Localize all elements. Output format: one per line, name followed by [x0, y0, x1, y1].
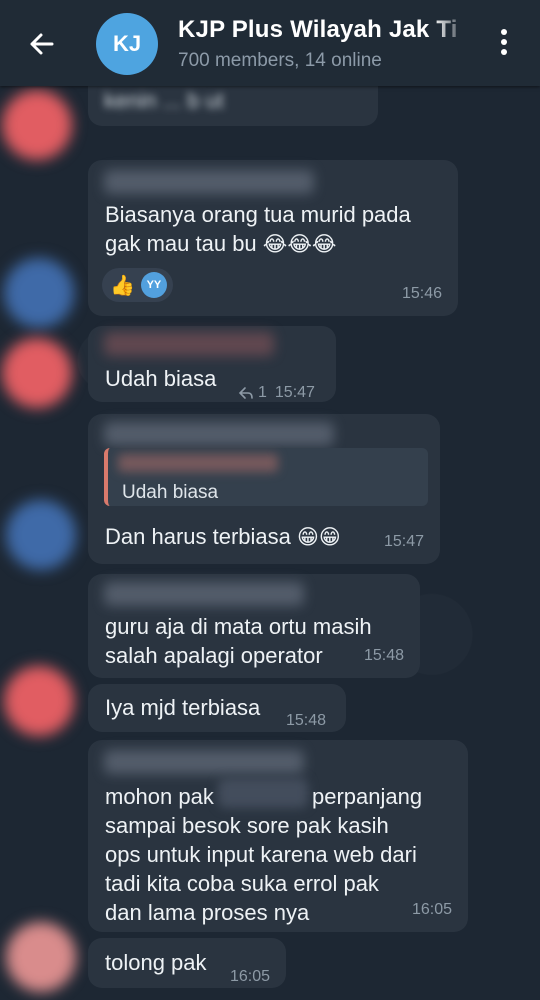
- avatar[interactable]: [2, 338, 72, 408]
- back-button[interactable]: [22, 24, 62, 64]
- more-menu-button[interactable]: [488, 26, 520, 62]
- message-bubble[interactable]: Biasanya orang tua murid pada gak mau ta…: [88, 160, 458, 316]
- reply-count[interactable]: 1 15:47: [238, 378, 315, 407]
- message-bubble[interactable]: guru aja di mata ortu masih salah apalag…: [88, 574, 420, 678]
- message-text: tadi kita coba suka errol pak: [105, 871, 379, 896]
- message-text: kenin ... b ut: [104, 88, 224, 113]
- message-time: 15:47: [274, 384, 315, 401]
- group-avatar[interactable]: KJ: [96, 13, 158, 75]
- message-time: 15:48: [363, 647, 404, 664]
- message-bubble[interactable]: mohon pak perpanjang sampai besok sore p…: [88, 740, 468, 932]
- emoji: 😁😁: [297, 525, 341, 549]
- avatar[interactable]: [6, 500, 76, 570]
- quoted-author: [118, 454, 278, 472]
- message-time: 16:05: [411, 901, 452, 918]
- sender-name: [104, 332, 274, 356]
- message-text: Iya mjd terbiasa: [105, 695, 261, 720]
- message-text: tolong pak: [105, 950, 207, 975]
- avatar[interactable]: [2, 90, 72, 160]
- quoted-message[interactable]: Udah biasa: [104, 448, 428, 506]
- message-text: guru aja di mata ortu masih: [105, 614, 372, 639]
- message-text: Biasanya orang tua murid pada: [105, 202, 411, 227]
- sender-name: [104, 750, 304, 774]
- message-bubble[interactable]: tolong pak 16:05: [88, 938, 286, 988]
- chat-header: KJ KJP Plus Wilayah Jak Ti 700 members, …: [0, 0, 540, 86]
- message-text: ops untuk input karena web dari: [105, 842, 417, 867]
- quoted-text: Udah biasa: [122, 482, 219, 503]
- message-text: salah apalagi operator: [105, 643, 323, 668]
- sender-name: [104, 422, 334, 446]
- emoji: 😂😂😂: [262, 232, 337, 256]
- thumbs-up-icon: 👍: [110, 272, 135, 297]
- sender-name: [104, 170, 314, 194]
- message-bubble[interactable]: Udah biasa 1 15:47: [88, 326, 336, 402]
- message-text: gak mau tau bu 😂😂😂: [105, 231, 337, 256]
- message-time: 15:46: [401, 285, 442, 302]
- member-status: 700 members, 14 online: [178, 50, 382, 71]
- chat-title[interactable]: KJP Plus Wilayah Jak Ti: [178, 16, 468, 44]
- reactor-avatar: YY: [140, 272, 167, 298]
- message-text: sampai besok sore pak kasih: [105, 813, 389, 838]
- arrow-left-icon: [30, 33, 54, 55]
- message-text: dan lama proses nya: [105, 900, 310, 925]
- reply-icon: [238, 386, 253, 399]
- sender-name: [104, 582, 304, 606]
- message-bubble[interactable]: kenin ... b ut: [88, 80, 378, 126]
- message-text: perpanjang: [312, 784, 423, 809]
- redacted-area: [218, 778, 308, 808]
- message-text: mohon pak: [105, 784, 214, 809]
- message-bubble[interactable]: Iya mjd terbiasa 15:48: [88, 684, 346, 732]
- message-time: 15:48: [286, 712, 327, 729]
- avatar[interactable]: [4, 666, 74, 736]
- message-bubble[interactable]: Udah biasa Dan harus terbiasa 😁😁 15:47: [88, 414, 440, 564]
- reaction-pill[interactable]: 👍 YY: [102, 268, 173, 302]
- message-text: Dan harus terbiasa 😁😁: [105, 524, 341, 549]
- message-text: Udah biasa: [105, 366, 217, 391]
- avatar[interactable]: [4, 258, 74, 328]
- message-time: 15:47: [383, 533, 424, 550]
- message-time: 16:05: [230, 968, 271, 985]
- avatar[interactable]: [6, 922, 76, 992]
- more-vertical-icon: [488, 29, 520, 55]
